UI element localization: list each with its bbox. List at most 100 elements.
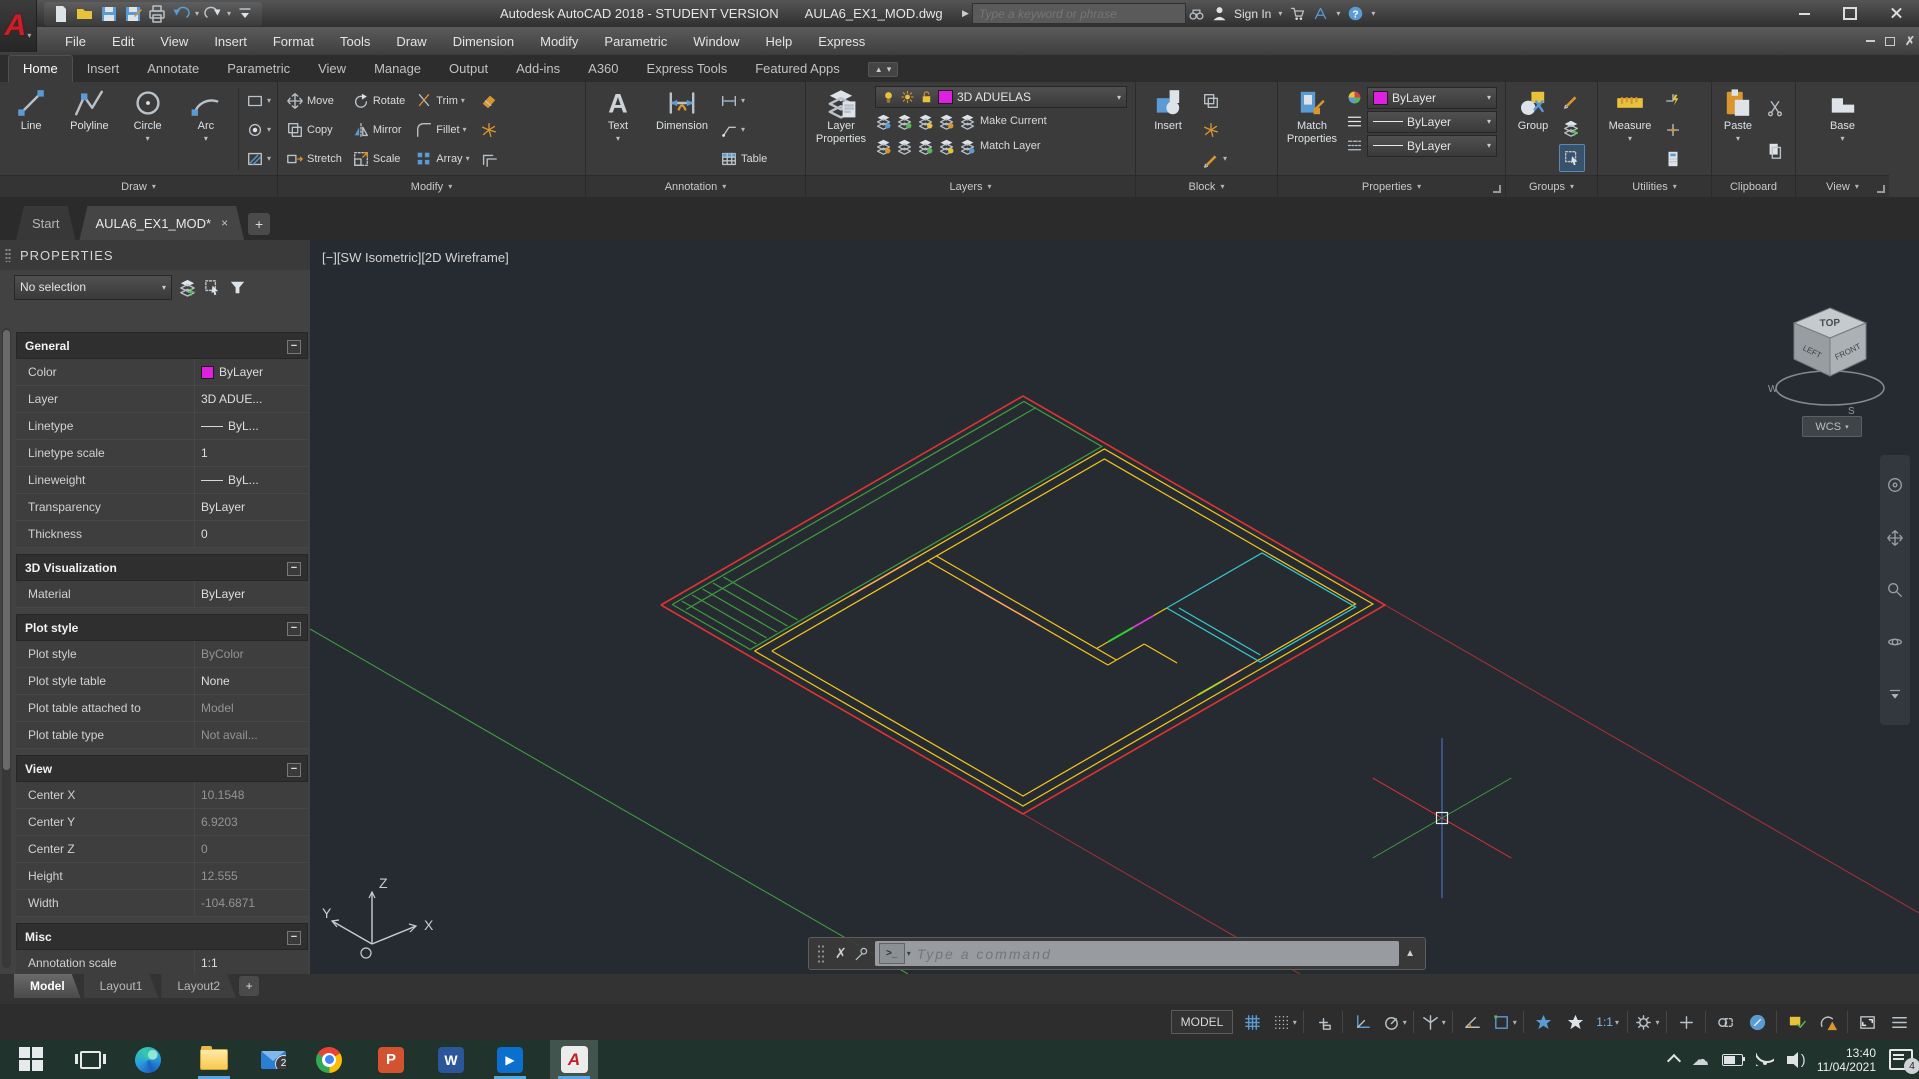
command-history-toggle[interactable]: ▲ [1399, 948, 1421, 959]
layer-lock-tool-icon[interactable] [917, 113, 934, 130]
fullscreen-toggle[interactable] [1852, 1008, 1882, 1036]
drawing-tab[interactable]: AULA6_EX1_MOD*× [79, 206, 244, 240]
layout-tab-model[interactable]: Model [14, 974, 81, 998]
property-value-center-x[interactable]: 10.1548 [194, 782, 308, 808]
section-header-3d-visualization[interactable]: 3D Visualization− [16, 554, 308, 581]
property-row-material[interactable]: MaterialByLayer [16, 581, 308, 608]
match-layer-icon[interactable] [959, 138, 976, 155]
taskbar-item-chrome[interactable] [305, 1040, 353, 1079]
drawing-canvas[interactable]: XYZ [310, 240, 1919, 974]
autoscale[interactable] [1560, 1008, 1590, 1036]
property-row-linetype[interactable]: LinetypeByL... [16, 413, 308, 440]
signin-dropdown[interactable]: ▾ [1278, 9, 1282, 18]
command-bar-grip[interactable] [817, 944, 825, 964]
fillet-button[interactable]: Fillet▾ [412, 115, 472, 144]
stretch-button[interactable]: Stretch [283, 144, 345, 173]
signin-person-icon[interactable] [1211, 5, 1228, 22]
open-file-icon[interactable] [74, 3, 96, 25]
graphics-performance[interactable] [1781, 1008, 1811, 1036]
layer-select-combo[interactable]: 3D ADUELAS ▾ [875, 86, 1127, 108]
property-value-lineweight[interactable]: ByL... [194, 467, 308, 493]
property-row-center-y[interactable]: Center Y6.9203 [16, 809, 308, 836]
select-objects-icon[interactable] [203, 278, 222, 297]
property-row-plot-style[interactable]: Plot styleByColor [16, 641, 308, 668]
isolate-objects[interactable] [1710, 1008, 1740, 1036]
layer-lock-icon[interactable] [919, 87, 934, 107]
property-row-transparency[interactable]: TransparencyByLayer [16, 494, 308, 521]
scale-button[interactable]: Scale [349, 144, 408, 173]
property-value-plot-style-table[interactable]: None [194, 668, 308, 694]
annotation-panel-footer[interactable]: Annotation▾ [586, 175, 805, 197]
property-row-linetype-scale[interactable]: Linetype scale1 [16, 440, 308, 467]
hatch-button[interactable]: ▾ [243, 146, 274, 172]
match-properties-button[interactable]: Match Properties [1281, 84, 1343, 175]
layer-unisolate-icon[interactable] [938, 113, 955, 130]
block-panel-footer[interactable]: Block▾ [1136, 175, 1277, 197]
menu-item-edit[interactable]: Edit [99, 27, 147, 55]
offset-button[interactable] [477, 144, 501, 173]
mirror-button[interactable]: Mirror [349, 115, 408, 144]
tray-expand-icon[interactable] [1667, 1054, 1681, 1068]
menu-item-modify[interactable]: Modify [527, 27, 591, 55]
ribbon-minimize-button[interactable]: ▲▾ [868, 62, 898, 77]
command-input[interactable] [915, 945, 1395, 963]
properties-panel-footer[interactable]: Properties▾ [1278, 175, 1505, 197]
help-icon[interactable]: ? [1347, 5, 1364, 22]
search-arrow-icon[interactable]: ▶ [962, 8, 969, 19]
quick-calculator-button[interactable] [1661, 146, 1685, 172]
copy-clip-button[interactable] [1763, 138, 1787, 164]
property-row-thickness[interactable]: Thickness0 [16, 521, 308, 548]
menu-item-draw[interactable]: Draw [383, 27, 439, 55]
property-value-plot-table-type[interactable]: Not avail... [194, 722, 308, 748]
undo-icon[interactable] [170, 3, 192, 25]
menu-item-window[interactable]: Window [680, 27, 752, 55]
menu-item-file[interactable]: File [52, 27, 99, 55]
layer-thaw-icon[interactable] [900, 87, 915, 107]
start-tab[interactable]: Start [16, 206, 75, 240]
taskbar-item-autocad[interactable] [550, 1040, 598, 1079]
ribbon-tab-annotate[interactable]: Annotate [133, 56, 213, 82]
property-value-transparency[interactable]: ByLayer [194, 494, 308, 520]
trim-button[interactable]: Trim▾ [412, 86, 472, 115]
annotation-monitor[interactable] [1671, 1008, 1701, 1036]
taskbar-item-edge[interactable] [124, 1040, 172, 1079]
doc-minimize-icon[interactable] [1866, 40, 1875, 42]
search-icon[interactable] [1188, 5, 1205, 22]
copy-button[interactable]: Copy [283, 115, 345, 144]
collapse-icon[interactable]: − [287, 340, 301, 354]
ribbon-tab-featured-apps[interactable]: Featured Apps [741, 56, 854, 82]
block-editor-button[interactable]: ▾ [1199, 146, 1230, 172]
menu-item-help[interactable]: Help [753, 27, 806, 55]
grid-display[interactable] [1237, 1008, 1267, 1036]
define-attribute-button[interactable] [1199, 117, 1230, 143]
measure-button[interactable]: Measure▾ [1601, 84, 1659, 175]
arc-button[interactable]: Arc▾ [178, 84, 234, 175]
minimize-button[interactable] [1781, 0, 1827, 27]
menu-item-format[interactable]: Format [260, 27, 327, 55]
rectangle-button[interactable]: ▾ [243, 88, 274, 114]
taskbar-item-movies-tv[interactable] [486, 1040, 534, 1079]
layout-tab-layout2[interactable]: Layout2 [161, 974, 236, 998]
ellipse-button[interactable]: ▾ [243, 117, 274, 143]
clock[interactable]: 13:40 11/04/2021 [1817, 1046, 1876, 1074]
layer-off-icon[interactable] [875, 138, 892, 155]
ungroup-button[interactable] [1559, 115, 1585, 141]
help-dropdown[interactable]: ▾ [1371, 9, 1375, 18]
groups-panel-footer[interactable]: Groups▾ [1506, 175, 1597, 197]
redo-icon[interactable] [202, 3, 224, 25]
ribbon-tab-a360[interactable]: A360 [574, 56, 632, 82]
property-value-annotation-scale[interactable]: 1:1 [194, 950, 308, 974]
quick-select-icon[interactable] [228, 278, 247, 297]
zoom-icon[interactable] [1886, 581, 1904, 599]
isometric-drafting[interactable]: ▾ [1418, 1008, 1448, 1036]
orbit-icon[interactable] [1886, 633, 1904, 651]
property-row-center-x[interactable]: Center X10.1548 [16, 782, 308, 809]
viewcube[interactable]: TOP LEFT FRONT W S [1760, 292, 1900, 422]
array-button[interactable]: Array▾ [412, 144, 472, 173]
selection-type-combo[interactable]: No selection▾ [14, 275, 172, 300]
property-row-height[interactable]: Height12.555 [16, 863, 308, 890]
palette-scrollbar[interactable] [2, 328, 11, 968]
clipboard-panel-footer[interactable]: Clipboard [1712, 175, 1795, 197]
view-panel-footer[interactable]: View▾ [1796, 175, 1889, 197]
plot-icon[interactable] [146, 3, 168, 25]
